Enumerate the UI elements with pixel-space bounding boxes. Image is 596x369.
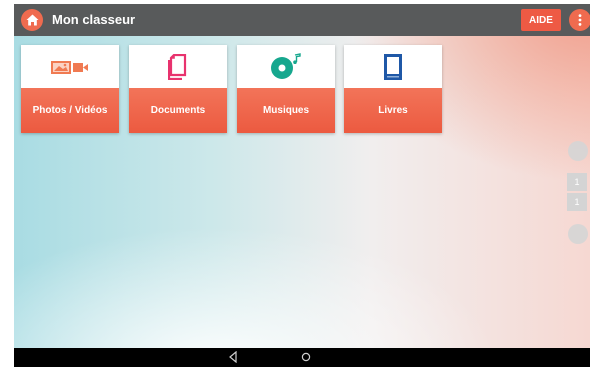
book-icon [384,53,402,80]
vertical-dots-icon [578,14,582,26]
app-title: Mon classeur [52,12,136,27]
home-icon [26,14,38,26]
music-disc-icon [271,52,301,79]
tile-musiques[interactable]: Musiques [237,45,335,133]
system-nav-bar [14,348,590,367]
home-button[interactable] [21,9,43,31]
page-down-button[interactable] [568,224,588,244]
photo-video-icon [51,60,88,74]
tile-documents[interactable]: Documents [129,45,227,133]
tile-label: Documents [129,88,227,133]
top-bar: Mon classeur AIDE [14,4,590,36]
home-nav-icon[interactable] [301,352,311,362]
total-pages-indicator: 1 [567,193,587,211]
current-page-indicator: 1 [567,173,587,191]
help-button[interactable]: AIDE [521,9,561,31]
tile-label: Photos / Vidéos [21,88,119,133]
tile-label: Musiques [237,88,335,133]
tile-photos-videos[interactable]: Photos / Vidéos [21,45,119,133]
app-screen: Mon classeur AIDE Photos / Vidéos Docume… [14,4,590,367]
document-icon [168,53,187,80]
tile-label: Livres [344,88,442,133]
more-menu-button[interactable] [569,9,590,31]
tile-livres[interactable]: Livres [344,45,442,133]
back-icon[interactable] [228,351,238,363]
page-up-button[interactable] [568,141,588,161]
